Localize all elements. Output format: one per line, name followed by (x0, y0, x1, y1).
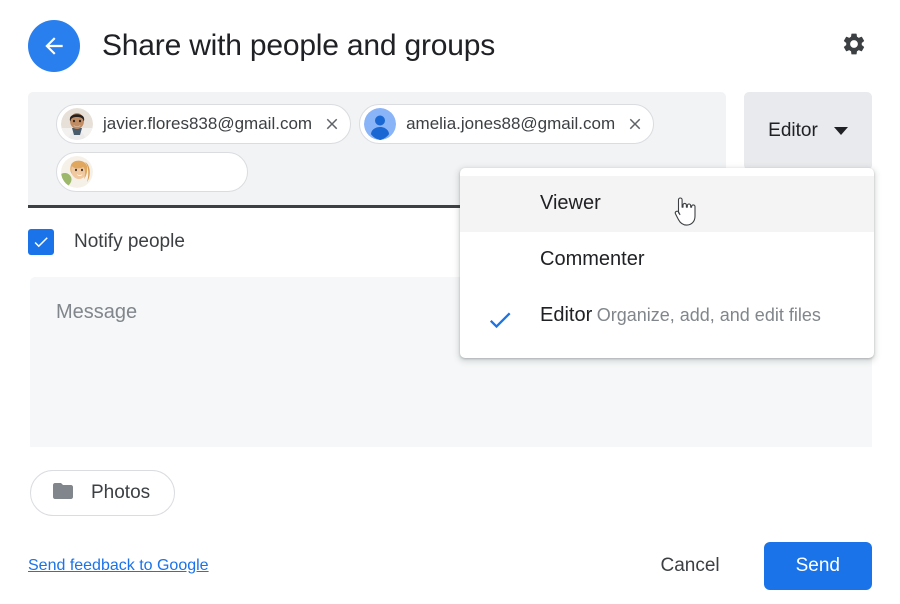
recipient-chip[interactable] (56, 152, 248, 192)
avatar (364, 108, 397, 140)
menu-item-editor[interactable]: Editor Organize, add, and edit files (460, 288, 874, 348)
menu-item-text: Editor Organize, add, and edit files (540, 302, 854, 328)
menu-item-label: Viewer (540, 192, 601, 214)
notify-people-checkbox[interactable] (28, 229, 54, 255)
recipient-email: amelia.jones88@gmail.com (406, 114, 616, 133)
recipient-chip[interactable]: javier.flores838@gmail.com (56, 104, 352, 144)
close-icon[interactable] (625, 114, 645, 134)
folder-icon (51, 479, 75, 508)
folder-chip-label: Photos (91, 482, 151, 503)
chevron-down-icon (833, 127, 848, 135)
recipient-email: javier.flores838@gmail.com (103, 114, 313, 133)
menu-item-text: Viewer (540, 190, 854, 216)
role-select-button[interactable]: Editor (744, 92, 872, 170)
check-icon (34, 237, 48, 248)
settings-button[interactable] (834, 26, 874, 66)
dialog-header: Share with people and groups (0, 0, 900, 92)
cancel-button[interactable]: Cancel (638, 545, 741, 587)
gear-icon (841, 31, 867, 62)
share-dialog: Share with people and groups javier.flor… (0, 0, 900, 604)
notify-people-label: Notify people (74, 231, 185, 252)
recipient-chip[interactable]: amelia.jones88@gmail.com (359, 104, 655, 144)
menu-check-slot (460, 190, 540, 194)
menu-item-label: Commenter (540, 248, 645, 270)
role-select-value: Editor (768, 120, 818, 141)
role-dropdown-menu: Viewer Commenter Editor Organize, add, a… (460, 168, 874, 358)
send-feedback-link[interactable]: Send feedback to Google (28, 557, 209, 575)
notify-people-row[interactable]: Notify people (28, 222, 185, 262)
menu-item-viewer[interactable]: Viewer (460, 176, 874, 232)
menu-item-commenter[interactable]: Commenter (460, 232, 874, 288)
avatar (61, 108, 93, 140)
menu-check-slot (460, 246, 540, 250)
menu-item-label: Editor (540, 304, 593, 326)
message-placeholder: Message (56, 301, 138, 323)
menu-item-description: Organize, add, and edit files (596, 305, 821, 325)
arrow-left-icon (41, 33, 67, 59)
check-icon (489, 312, 511, 329)
folder-chip-photos[interactable]: Photos (30, 470, 176, 516)
close-icon[interactable] (322, 114, 342, 134)
menu-check-slot (460, 302, 540, 334)
page-title: Share with people and groups (102, 29, 496, 62)
avatar (61, 156, 93, 188)
menu-item-text: Commenter (540, 246, 854, 272)
back-button[interactable] (28, 20, 80, 72)
dialog-footer: Send feedback to Google Cancel Send (0, 528, 900, 604)
send-button[interactable]: Send (763, 542, 872, 590)
